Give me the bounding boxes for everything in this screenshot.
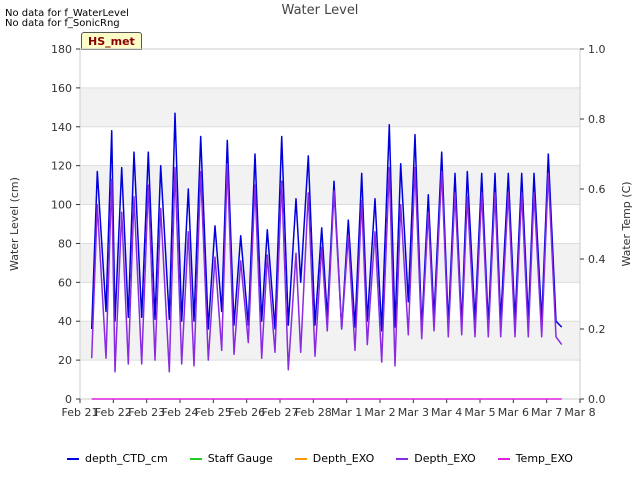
y2-tick-label: 0.2 [588, 323, 606, 336]
x-tick-label: Feb 26 [228, 406, 265, 419]
y-tick-label: 120 [51, 160, 72, 173]
y-tick-label: 0 [65, 393, 72, 406]
legend-label: Staff Gauge [207, 452, 273, 465]
legend-swatch [294, 457, 307, 460]
x-tick-label: Feb 22 [95, 406, 132, 419]
y2-tick-label: 0.4 [588, 253, 606, 266]
y-axis-label: Water Level (cm) [8, 177, 21, 271]
legend-item: Depth_EXO [294, 452, 375, 465]
legend-label: Temp_EXO [515, 452, 573, 465]
x-tick-label: Mar 8 [564, 406, 595, 419]
legend-item: Temp_EXO [497, 452, 573, 465]
x-tick-label: Mar 4 [431, 406, 462, 419]
grid-band [80, 87, 580, 127]
x-tick-label: Mar 1 [331, 406, 362, 419]
legend-item: Depth_EXO [396, 452, 476, 465]
legend-swatch [189, 457, 202, 460]
x-tick-label: Feb 27 [262, 406, 299, 419]
y-tick-label: 100 [51, 199, 72, 212]
x-tick-label: Mar 3 [398, 406, 429, 419]
x-tick-label: Mar 6 [498, 406, 529, 419]
legend-item: depth_CTD_cm [67, 452, 168, 465]
legend-item: Staff Gauge [189, 452, 273, 465]
y2-axis-label: Water Temp (C) [620, 181, 633, 266]
y-tick-label: 80 [58, 237, 72, 250]
x-tick-label: Feb 23 [128, 406, 165, 419]
y-tick-label: 20 [58, 354, 72, 367]
y-tick-label: 40 [58, 315, 72, 328]
legend-swatch [67, 457, 80, 460]
x-tick-label: Mar 5 [464, 406, 495, 419]
x-tick-label: Feb 24 [162, 406, 199, 419]
legend-swatch [497, 457, 510, 460]
x-tick-label: Feb 28 [295, 406, 332, 419]
y-tick-label: 140 [51, 121, 72, 134]
x-tick-label: Mar 7 [531, 406, 562, 419]
grid-band [80, 165, 580, 205]
y-tick-label: 180 [51, 43, 72, 56]
y2-tick-label: 0.8 [588, 113, 606, 126]
legend-swatch [396, 457, 409, 460]
x-tick-label: Feb 25 [195, 406, 232, 419]
x-tick-label: Mar 2 [364, 406, 395, 419]
y-tick-label: 60 [58, 276, 72, 289]
y2-tick-label: 0.6 [588, 183, 606, 196]
y-tick-label: 160 [51, 82, 72, 95]
series-line-0 [90, 112, 563, 332]
x-tick-label: Feb 21 [62, 406, 99, 419]
legend-label: depth_CTD_cm [85, 452, 168, 465]
y2-tick-label: 0.0 [588, 393, 606, 406]
chart-legend: depth_CTD_cm Staff Gauge Depth_EXO Depth_EX… [0, 452, 640, 465]
legend-label: Depth_EXO [312, 452, 375, 465]
legend-label: Depth_EXO [414, 452, 476, 465]
y2-tick-label: 1.0 [588, 43, 606, 56]
water-level-chart: 0 20 40 60 80 100 120 140 160 180 0.0 0.2 0.4 0.6 0.8 1… [8, 43, 633, 419]
